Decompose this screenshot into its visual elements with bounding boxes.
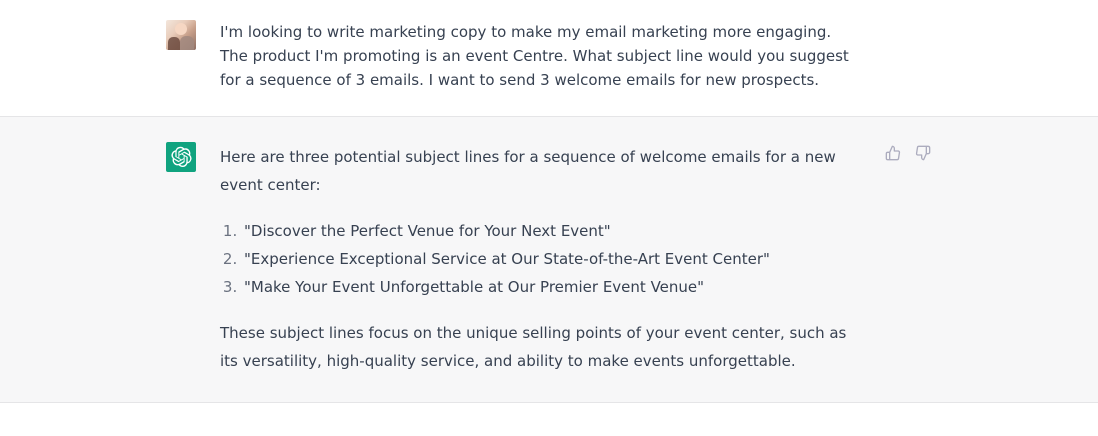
assistant-avatar — [166, 142, 196, 172]
assistant-message: Here are three potential subject lines f… — [220, 143, 860, 375]
thumbs-up-icon — [885, 145, 901, 161]
thumbs-down-button[interactable] — [914, 144, 932, 162]
user-avatar — [166, 20, 196, 50]
assistant-intro-text: Here are three potential subject lines f… — [220, 148, 836, 194]
user-message-row: I'm looking to write marketing copy to m… — [0, 0, 1098, 117]
feedback-buttons — [884, 144, 932, 162]
list-item: "Experience Exceptional Service at Our S… — [242, 245, 860, 273]
assistant-message-row: Here are three potential subject lines f… — [0, 117, 1098, 403]
subject-lines-list: "Discover the Perfect Venue for Your Nex… — [220, 217, 860, 301]
user-message-text: I'm looking to write marketing copy to m… — [220, 23, 849, 89]
assistant-outro-text: These subject lines focus on the unique … — [220, 324, 847, 370]
user-message: I'm looking to write marketing copy to m… — [220, 20, 860, 92]
list-item: "Make Your Event Unforgettable at Our Pr… — [242, 273, 860, 301]
list-item: "Discover the Perfect Venue for Your Nex… — [242, 217, 860, 245]
openai-logo-icon — [171, 146, 192, 167]
thumbs-down-icon — [915, 145, 931, 161]
thumbs-up-button[interactable] — [884, 144, 902, 162]
